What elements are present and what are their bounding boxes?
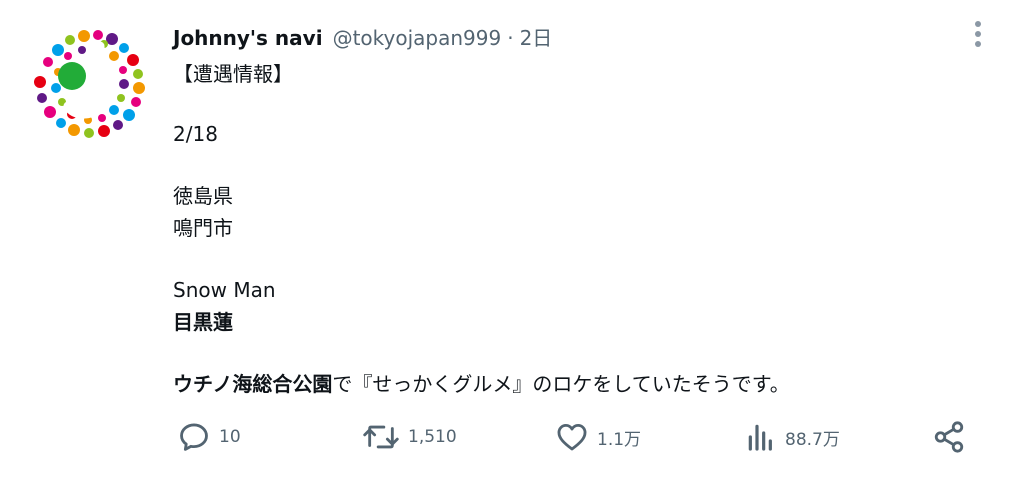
action-bar: 10 1,510 1.1万 88.7万 [0,420,1024,464]
like-count: 1.1万 [597,429,642,450]
tweet-time[interactable]: 2日 [520,22,553,51]
avatar[interactable] [28,22,150,144]
share-icon [934,421,964,453]
location-detail: で『せっかくグルメ』のロケをしていたそうです。 [332,372,790,396]
tweet-line-header: 【遭遇情報】 [173,62,293,86]
reply-count: 10 [219,427,241,447]
avatar-logo [29,23,149,143]
tweet-line-location: ウチノ海総合公園で『せっかくグルメ』のロケをしていたそうです。 [173,372,790,396]
retweet-button[interactable]: 1,510 [362,420,457,454]
author-name[interactable]: Johnny's navi [173,26,323,50]
share-button[interactable] [932,420,966,454]
separator-dot: · [507,26,514,50]
tweet-line-prefecture: 徳島県 [173,184,233,208]
tweet-line-group: Snow Man [173,278,276,302]
reply-icon [180,423,208,451]
tweet-line-city: 鳴門市 [173,216,233,240]
more-options-button[interactable] [968,18,988,50]
retweet-count: 1,510 [408,427,457,447]
like-button[interactable]: 1.1万 [555,420,641,454]
tweet-header: Johnny's navi @tokyojapan999 · 2日 [173,22,552,51]
tweet-line-member: 目黒蓮 [173,310,233,334]
tweet-line-date: 2/18 [173,122,218,146]
retweet-icon [363,425,399,449]
views-icon [748,424,772,451]
like-icon [557,423,587,451]
tweet-card: Johnny's navi @tokyojapan999 · 2日 【遭遇情報】… [0,0,1024,485]
location-name: ウチノ海総合公園 [173,372,333,396]
more-options-icon [975,21,981,47]
views-button[interactable]: 88.7万 [745,420,840,454]
reply-button[interactable]: 10 [177,420,241,454]
views-count: 88.7万 [785,429,840,450]
author-handle[interactable]: @tokyojapan999 [333,26,502,50]
